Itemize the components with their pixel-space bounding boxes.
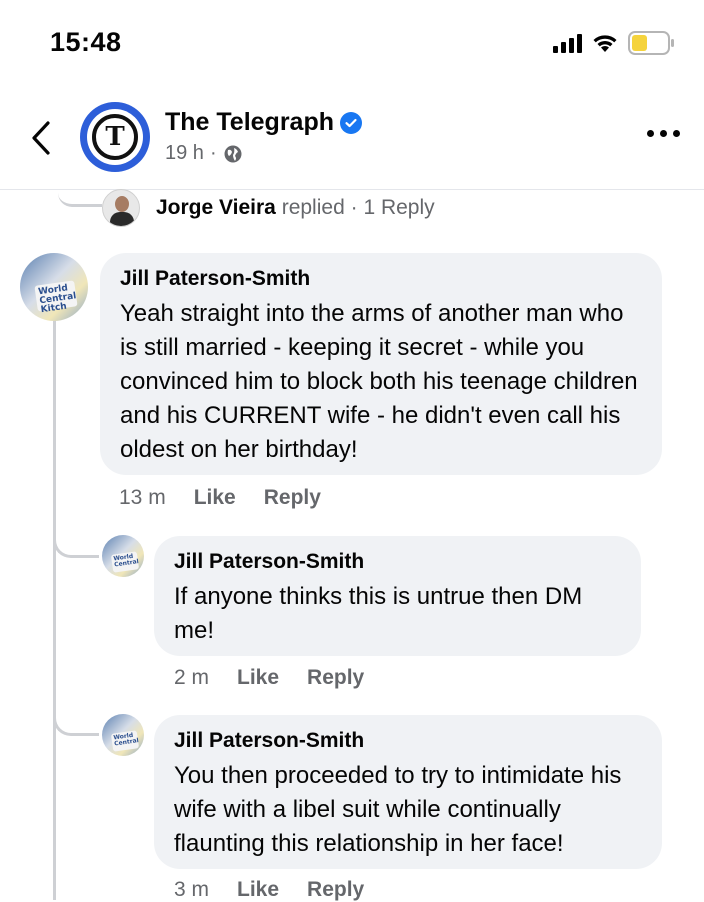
- wifi-icon: [591, 32, 619, 54]
- battery-icon: [628, 31, 676, 55]
- globe-icon: [224, 145, 242, 162]
- page-name[interactable]: The Telegraph: [165, 108, 363, 137]
- status-time: 15:48: [50, 27, 122, 57]
- comment-actions: 3 m Like Reply: [174, 878, 364, 902]
- cellular-signal-icon: [553, 33, 582, 53]
- chevron-left-icon: [32, 121, 50, 155]
- thread-connector: [58, 191, 102, 207]
- comment-bubble[interactable]: Jill Paterson-Smith If anyone thinks thi…: [154, 536, 641, 656]
- comment-author[interactable]: Jill Paterson-Smith: [174, 550, 621, 574]
- telegraph-logo: T: [92, 114, 138, 160]
- comment-actions: 13 m Like Reply: [119, 486, 321, 510]
- comment-text: If anyone thinks this is untrue then DM …: [174, 583, 583, 644]
- page-avatar[interactable]: T: [80, 102, 150, 172]
- like-button[interactable]: Like: [237, 666, 279, 690]
- verified-badge-icon: [340, 111, 363, 134]
- reply-summary[interactable]: Jorge Vieira replied · 1 Reply: [102, 188, 435, 228]
- comment-time: 3 m: [174, 878, 210, 901]
- like-button[interactable]: Like: [237, 878, 279, 902]
- status-icons: [553, 30, 676, 56]
- replier-avatar: [102, 189, 140, 227]
- comment-actions: 2 m Like Reply: [174, 666, 364, 690]
- commenter-avatar[interactable]: World Central: [102, 714, 144, 756]
- thread-connector: [53, 522, 99, 558]
- comment-time: 13 m: [119, 486, 166, 509]
- comment-time: 2 m: [174, 666, 210, 689]
- replier-name: Jorge Vieira: [156, 196, 276, 219]
- page-name-label: The Telegraph: [165, 108, 335, 136]
- reply-button[interactable]: Reply: [307, 666, 364, 690]
- comment-author[interactable]: Jill Paterson-Smith: [174, 729, 642, 753]
- reply-button[interactable]: Reply: [264, 486, 321, 510]
- commenter-avatar[interactable]: World Central Kitch: [20, 253, 88, 321]
- post-meta: 19 h ·: [165, 142, 243, 165]
- back-button[interactable]: [28, 120, 54, 156]
- more-dot-icon: [647, 130, 654, 137]
- like-button[interactable]: Like: [194, 486, 236, 510]
- commenter-avatar[interactable]: World Central: [102, 535, 144, 577]
- reply-separator: ·: [350, 196, 358, 219]
- reply-button[interactable]: Reply: [307, 878, 364, 902]
- reply-count: 1 Reply: [363, 196, 435, 219]
- comment-bubble[interactable]: Jill Paterson-Smith Yeah straight into t…: [100, 253, 662, 475]
- reply-action: replied: [281, 196, 345, 219]
- thread-line: [53, 320, 56, 900]
- status-bar: 15:48: [0, 0, 704, 86]
- comment-text: You then proceeded to try to intimidate …: [174, 762, 622, 857]
- comment-author[interactable]: Jill Paterson-Smith: [120, 267, 642, 291]
- more-options-button[interactable]: [647, 130, 680, 137]
- post-time: 19 h: [165, 142, 204, 164]
- reply-summary-text: Jorge Vieira replied · 1 Reply: [156, 196, 435, 220]
- thread-connector: [53, 700, 99, 736]
- post-header: T The Telegraph 19 h ·: [0, 86, 704, 190]
- comment-bubble[interactable]: Jill Paterson-Smith You then proceeded t…: [154, 715, 662, 869]
- comment-text: Yeah straight into the arms of another m…: [120, 300, 638, 463]
- meta-separator: ·: [209, 142, 217, 164]
- more-dot-icon: [660, 130, 667, 137]
- more-dot-icon: [673, 130, 680, 137]
